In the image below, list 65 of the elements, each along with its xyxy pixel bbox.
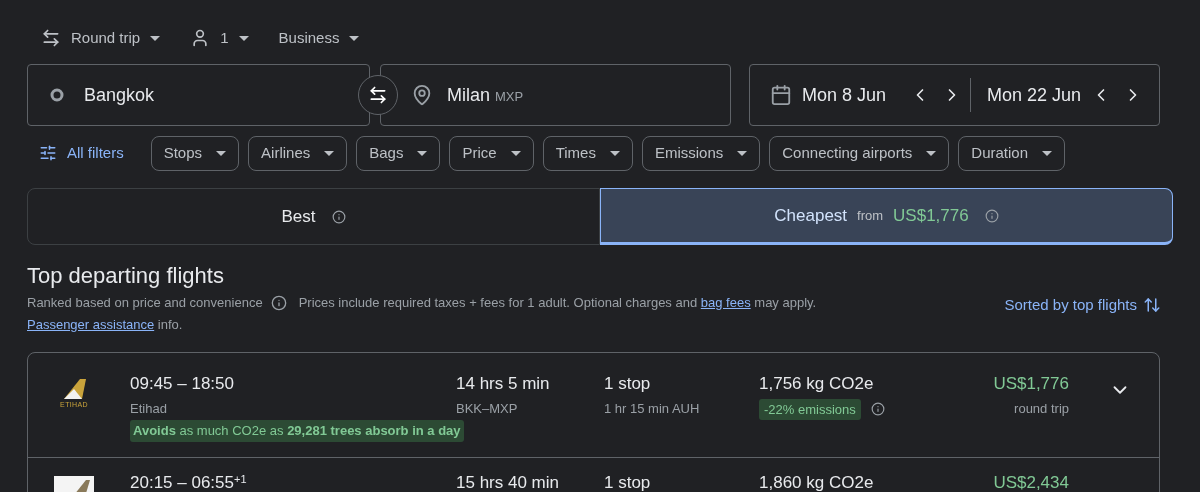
all-filters-button[interactable]: All filters	[27, 141, 142, 165]
caret-icon	[150, 35, 161, 41]
map-pin-icon	[411, 84, 433, 106]
swap-button[interactable]	[358, 75, 398, 115]
sort-tab[interactable]: Cheapest from US$1,776	[600, 188, 1173, 245]
caret-icon	[510, 150, 521, 156]
assistance-note: Passenger assistance info.	[27, 317, 183, 332]
flight-price: US$2,434	[993, 472, 1069, 492]
bag-fees-link[interactable]: bag fees	[700, 295, 751, 310]
origin-field[interactable]: Bangkok	[27, 64, 370, 126]
sort-tab[interactable]: Best	[27, 188, 600, 245]
airline-name: Etihad	[130, 399, 168, 418]
caret-icon	[349, 35, 360, 41]
trip-option-dropdown[interactable]: Round trip	[37, 26, 165, 50]
circle-icon	[50, 88, 64, 102]
trip-option-dropdown[interactable]: 1	[186, 26, 253, 50]
caret-icon	[609, 150, 620, 156]
caret-icon	[216, 150, 227, 156]
caret-icon	[926, 150, 937, 156]
sort-button[interactable]: Sorted by top flights	[1004, 294, 1161, 317]
flight-route: BKK–MXP	[456, 399, 519, 418]
ranking-note: Ranked based on price and convenience	[27, 294, 263, 312]
caret-icon	[737, 150, 748, 156]
layover-info: 1 hr 15 min AUH	[604, 399, 701, 418]
departure-date: Mon 8 Jun	[802, 83, 888, 107]
prices-note: Prices include required taxes + fees for 1 adult. Optional charges and bag fees may apply.	[298, 294, 817, 312]
filter-chip[interactable]: Connecting airports	[769, 135, 950, 171]
caret-icon	[1042, 150, 1053, 156]
flight-duration: 15 hrs 40 min	[456, 472, 560, 492]
caret-icon	[324, 150, 335, 156]
destination-field[interactable]: Milan MXP	[380, 64, 731, 126]
filter-chip[interactable]: Stops	[150, 135, 240, 171]
price-note: round trip	[1014, 399, 1069, 418]
passenger-assistance-link[interactable]: Passenger assistance	[27, 317, 155, 332]
info-icon[interactable]	[984, 208, 999, 223]
info-icon[interactable]	[331, 209, 346, 224]
eco-badge: Avoids as much CO2e as 29,281 trees absorb in a day	[130, 420, 464, 442]
caret-icon	[417, 150, 428, 156]
date-field[interactable]: Mon 8 Jun Mon 22 Jun	[749, 64, 1160, 126]
swap-arrows-icon	[41, 28, 61, 48]
trip-option-dropdown[interactable]: Business	[274, 26, 364, 50]
info-icon[interactable]	[270, 295, 287, 311]
flight-times: 20:15 – 06:55$^{+1}$	[130, 471, 248, 492]
flight-times: 09:45 – 18:50	[130, 373, 235, 395]
sort-arrows-icon	[1143, 296, 1161, 315]
sliders-icon	[39, 144, 57, 162]
section-heading: Top departing flights	[27, 262, 225, 290]
filter-chip[interactable]: Price	[449, 135, 534, 171]
emissions-value: 1,860 kg CO2e	[759, 472, 875, 492]
stops-count: 1 stop	[604, 373, 652, 395]
filter-chip[interactable]: Emissions	[641, 135, 761, 171]
swap-arrows-icon	[368, 85, 388, 105]
caret-icon	[238, 35, 249, 41]
return-date: Mon 22 Jun	[987, 83, 1083, 107]
filter-chip[interactable]: Bags	[356, 135, 441, 171]
info-icon[interactable]	[870, 402, 885, 417]
filter-chip[interactable]: Times	[542, 135, 633, 171]
flight-duration: 14 hrs 5 min	[456, 373, 551, 395]
stops-count: 1 stop	[604, 472, 652, 492]
calendar-icon	[770, 84, 792, 106]
emissions-badge: -22% emissions	[759, 398, 861, 420]
filter-chip[interactable]: Duration	[958, 135, 1066, 171]
flight-price: US$1,776	[993, 373, 1069, 395]
emissions-value: 1,756 kg CO2e	[759, 373, 875, 395]
filter-chip[interactable]: Airlines	[248, 135, 348, 171]
